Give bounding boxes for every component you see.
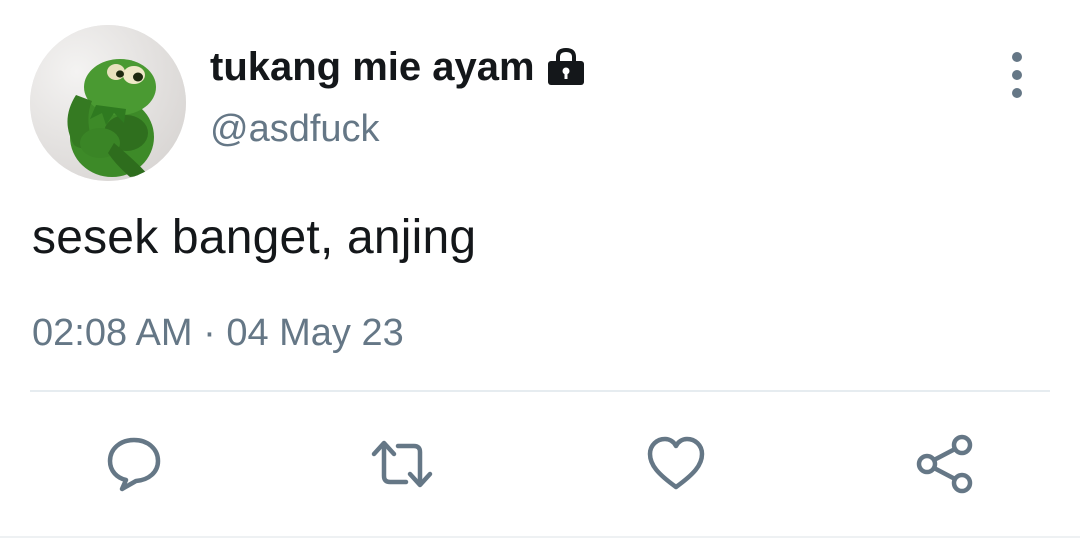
reply-button[interactable] — [104, 434, 164, 494]
more-vertical-icon-dot-3 — [1012, 88, 1022, 98]
like-button[interactable] — [646, 434, 706, 494]
share-button[interactable] — [914, 434, 974, 494]
more-vertical-icon-dot-1 — [1012, 52, 1022, 62]
avatar-image — [30, 25, 186, 181]
divider — [30, 390, 1050, 392]
heart-icon — [647, 436, 705, 490]
tweet-text: sesek banget, anjing — [32, 211, 477, 264]
share-icon — [916, 434, 973, 494]
avatar[interactable] — [30, 25, 186, 181]
tweet-timestamp[interactable]: 02:08 AM · 04 May 23 — [32, 312, 404, 355]
more-options-button[interactable] — [1000, 52, 1034, 98]
display-name[interactable]: tukang mie ayam — [210, 44, 587, 90]
comment-bubble-icon — [107, 437, 161, 492]
more-vertical-icon-dot-2 — [1012, 70, 1022, 80]
display-name-text[interactable]: tukang mie ayam — [210, 45, 535, 90]
bottom-divider — [0, 536, 1080, 538]
retweet-button[interactable] — [370, 434, 433, 494]
user-handle[interactable]: @asdfuck — [210, 108, 380, 151]
lock-icon — [545, 47, 587, 87]
retweet-icon — [371, 440, 433, 488]
